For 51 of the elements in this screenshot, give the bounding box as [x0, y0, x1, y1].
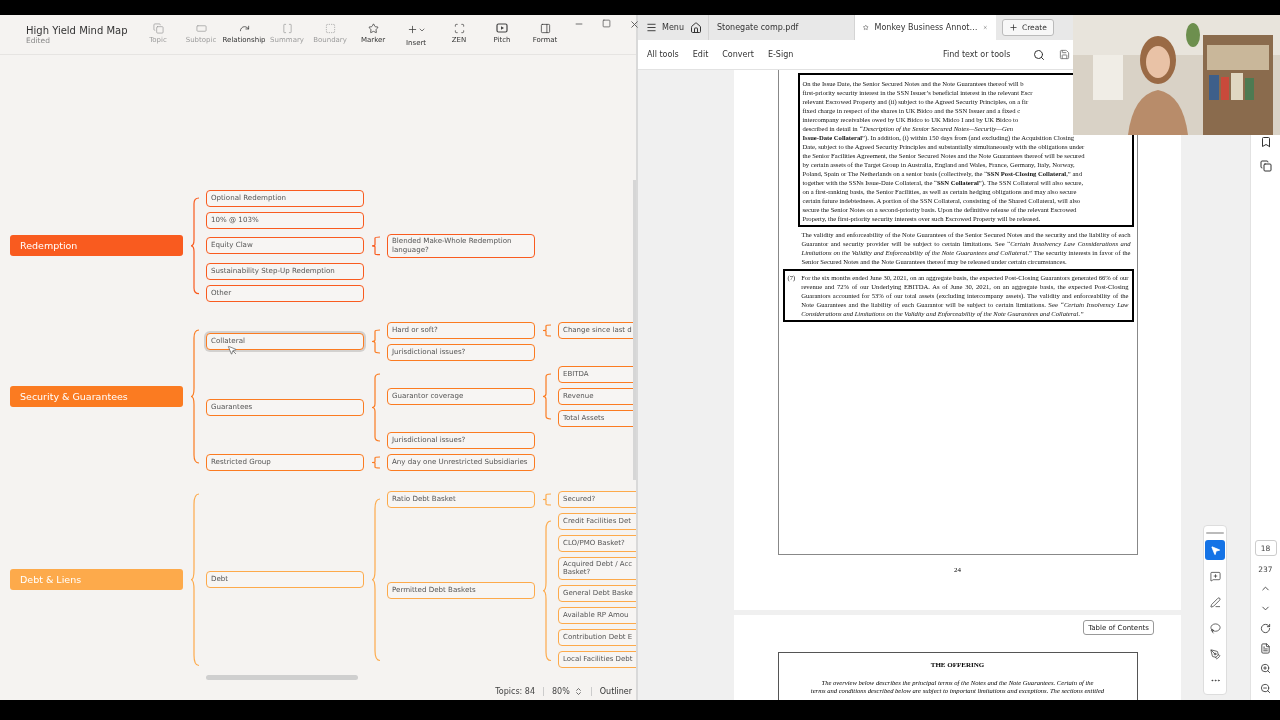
comment-add-icon	[1209, 570, 1221, 582]
toolbar-link[interactable]: All tools	[647, 50, 679, 59]
panel-icon	[539, 22, 551, 34]
home-icon[interactable]	[689, 21, 702, 34]
toolbar-link[interactable]: Edit	[692, 50, 709, 59]
menu-button[interactable]: Menu	[646, 22, 684, 33]
pen-nib-icon	[1209, 648, 1221, 660]
bookmark-icon[interactable]	[1259, 136, 1272, 148]
document-tab[interactable]: Monkey Business Annot…	[853, 15, 996, 40]
up-down-icon[interactable]	[573, 686, 583, 696]
star-icon	[367, 22, 379, 34]
document-title: High Yield Mind Map	[26, 24, 128, 36]
brace-connector	[543, 324, 551, 336]
mouse-cursor-icon	[227, 344, 238, 356]
fullscreen-icon	[453, 22, 465, 34]
pages-icon[interactable]	[1259, 160, 1272, 172]
brace-connector	[372, 456, 380, 468]
brace-connector	[543, 493, 551, 505]
plus-icon	[1008, 23, 1018, 32]
rectangle-icon	[195, 22, 207, 34]
menu-icon	[646, 22, 657, 33]
palette-tool-button[interactable]	[1205, 540, 1225, 560]
save-icon[interactable]	[1059, 49, 1070, 60]
maximize-icon[interactable]	[601, 19, 611, 28]
file-icon[interactable]	[1260, 643, 1271, 654]
toolbar-link[interactable]: E-Sign	[767, 50, 794, 59]
brackets-icon	[281, 22, 293, 34]
topic-count: Topics: 84	[495, 686, 535, 696]
star-icon	[862, 22, 869, 33]
lasso-icon	[1209, 622, 1221, 634]
brace-connector	[543, 373, 551, 419]
outliner-link[interactable]: Outliner	[599, 686, 632, 696]
brace-connector	[372, 373, 380, 441]
brace-connector	[372, 237, 380, 255]
plus-icon	[406, 24, 418, 35]
horizontal-scrollbar[interactable]	[206, 675, 358, 680]
document-tab[interactable]: Stonegate comp.pdf	[707, 15, 848, 40]
close-icon[interactable]	[628, 19, 640, 30]
zoom-level[interactable]: 80%	[552, 686, 570, 696]
zoom-out-icon[interactable]	[1260, 683, 1271, 694]
stacked-rectangles-icon	[152, 22, 164, 34]
rotate-icon[interactable]	[1260, 623, 1271, 634]
pen-icon	[1209, 596, 1221, 608]
search-icon[interactable]	[1033, 48, 1045, 61]
search-field[interactable]: Find text or tools	[943, 50, 1027, 59]
toolbar-link[interactable]: Convert	[722, 50, 754, 59]
brace-connector	[372, 329, 380, 353]
play-screen-icon	[496, 22, 509, 34]
dashed-square-icon	[324, 22, 336, 34]
zoom-in-icon[interactable]	[1260, 663, 1271, 674]
pointer-icon	[1209, 544, 1221, 556]
